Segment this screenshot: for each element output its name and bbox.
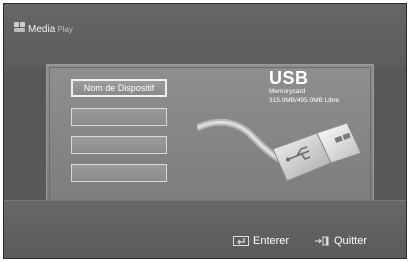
media-play-logo: Media Play	[14, 22, 73, 36]
brand-name: Media	[28, 23, 56, 35]
usb-plug-icon	[197, 118, 362, 182]
device-slot-4[interactable]	[71, 164, 167, 182]
header-bar: Media Play	[4, 4, 406, 70]
device-panel: Nom de Dispositif USB Memorycard 315.0MB…	[46, 64, 374, 204]
device-slot-3[interactable]	[71, 136, 167, 154]
device-slot-2[interactable]	[71, 108, 167, 126]
media-logo-icon	[14, 22, 26, 36]
enter-icon	[233, 236, 249, 246]
media-play-screen: Media Play Nom de Dispositif USB Memoryc…	[3, 3, 407, 259]
enter-legend[interactable]: Enterer	[233, 235, 289, 247]
usb-title: USB	[269, 68, 309, 88]
footer-bar	[4, 200, 406, 258]
quit-legend[interactable]: Quitter	[314, 235, 367, 247]
brand-sub: Play	[57, 24, 73, 34]
exit-icon	[315, 236, 329, 246]
device-slot-1[interactable]: Nom de Dispositif	[71, 79, 167, 97]
quit-label: Quitter	[334, 235, 368, 247]
enter-label: Enterer	[253, 235, 290, 247]
